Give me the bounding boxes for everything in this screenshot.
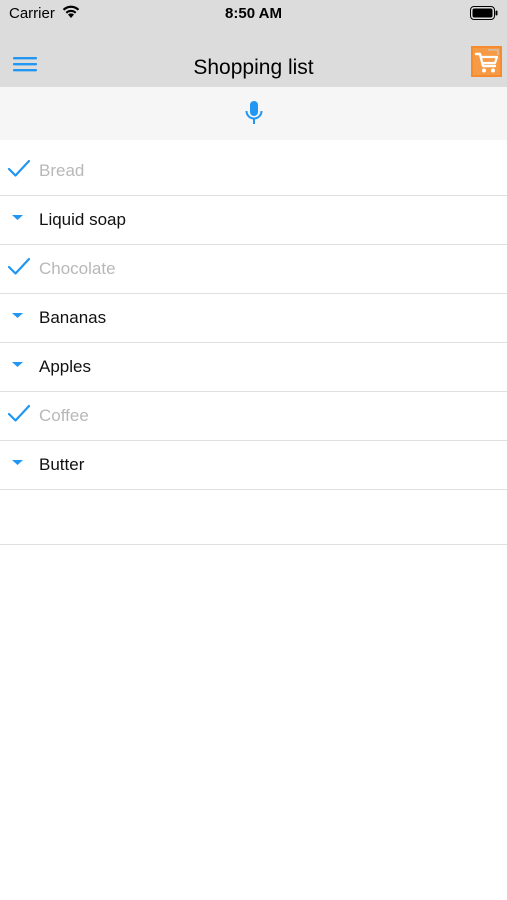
shopping-cart-icon[interactable] [471,46,502,77]
list-item[interactable]: Chocolate [0,245,507,294]
list-item[interactable]: Bananas [0,294,507,343]
list-item-label: Bread [39,161,85,180]
list-item[interactable]: Coffee [0,392,507,441]
list-item[interactable]: Apples [0,343,507,392]
list-item-label: Chocolate [39,259,116,278]
page-title: Shopping list [193,56,314,79]
voice-input-bar [0,87,507,140]
top-bar: Carrier 8:50 AM Shopping list [0,0,507,87]
status-time: 8:50 AM [225,5,282,22]
list-item-label: Apples [39,357,91,376]
empty-list-row[interactable] [0,490,507,545]
caret-down-icon[interactable] [8,355,30,375]
status-bar: Carrier 8:50 AM [0,0,507,28]
caret-down-icon[interactable] [8,306,30,326]
caret-down-icon[interactable] [8,453,30,473]
list-item-label: Liquid soap [39,210,126,229]
list-item[interactable]: Bread [0,147,507,196]
shopping-list: Bread Liquid soap Chocolate Bananas Apples Co… [0,147,507,545]
checkmark-icon[interactable] [8,404,30,424]
list-item-label: Bananas [39,308,107,327]
checkmark-icon[interactable] [8,257,30,277]
microphone-icon[interactable] [243,99,265,127]
checkmark-icon[interactable] [8,159,30,179]
list-item[interactable]: Butter [0,441,507,490]
navigation-bar: Shopping list [0,40,507,87]
list-item-label: Coffee [39,406,89,425]
battery-icon [470,6,498,20]
list-item-label: Butter [39,455,85,474]
list-item[interactable]: Liquid soap [0,196,507,245]
caret-down-icon[interactable] [8,208,30,228]
